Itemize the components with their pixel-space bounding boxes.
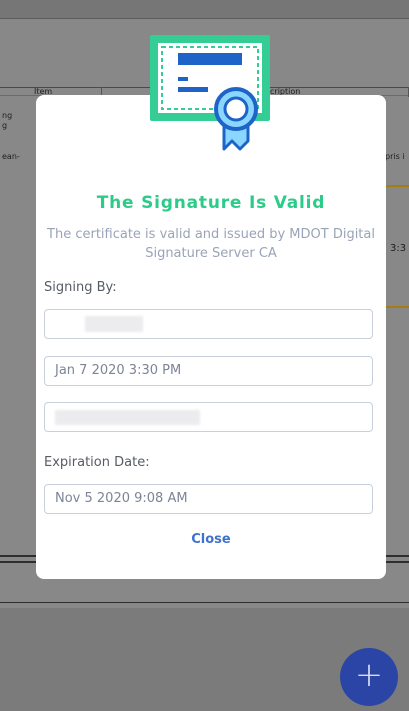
row-highlight-line (386, 185, 409, 187)
table-cell-text: pris i (385, 152, 405, 161)
signed-date-value: Jan 7 2020 3:30 PM (55, 363, 182, 378)
expiration-date-field[interactable]: Nov 5 2020 9:08 AM (44, 484, 373, 514)
signer-name-field[interactable] (44, 309, 373, 339)
section-divider (0, 602, 409, 603)
row-highlight-line (386, 306, 409, 308)
table-cell-text: ean- (2, 152, 20, 161)
dialog-title: The Signature Is Valid (96, 193, 326, 213)
expiration-date-label: Expiration Date: (44, 455, 150, 470)
table-cell-text: ng (2, 111, 13, 120)
signing-by-label: Signing By: (44, 280, 117, 295)
table-cell-text: 3:3 (390, 243, 407, 254)
close-button[interactable]: Close (36, 532, 386, 547)
add-button[interactable]: + (340, 648, 398, 706)
redacted-signer-email (55, 410, 200, 425)
signer-email-field[interactable] (44, 402, 373, 432)
redacted-signer-name (85, 316, 143, 332)
plus-icon: + (354, 655, 384, 695)
certificate-icon (150, 35, 270, 151)
dialog-description: The certificate is valid and issued by M… (47, 227, 375, 261)
app-top-bar (0, 0, 409, 18)
table-cell-text: g (2, 121, 8, 130)
expiration-date-value: Nov 5 2020 9:08 AM (55, 491, 188, 506)
signed-date-field[interactable]: Jan 7 2020 3:30 PM (44, 356, 373, 386)
